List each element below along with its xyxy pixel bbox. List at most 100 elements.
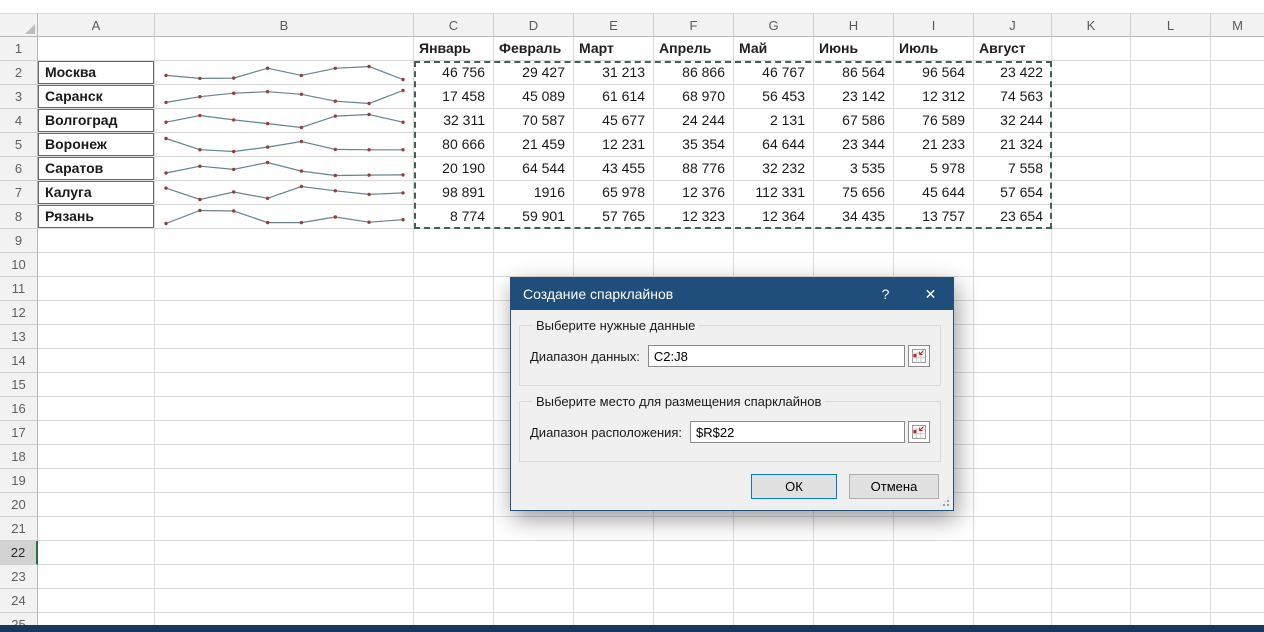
cell-J2[interactable]: 23 422 xyxy=(974,61,1052,85)
column-header-J[interactable]: J xyxy=(974,13,1052,37)
cell-L11[interactable] xyxy=(1131,277,1211,301)
location-range-picker-button[interactable] xyxy=(908,421,930,443)
cell-L21[interactable] xyxy=(1131,517,1211,541)
cell-A1[interactable] xyxy=(38,37,155,61)
cell-A5[interactable]: Воронеж xyxy=(38,133,155,157)
cell-A15[interactable] xyxy=(38,373,155,397)
row-header-9[interactable]: 9 xyxy=(0,229,38,253)
cell-A12[interactable] xyxy=(38,301,155,325)
row-header-14[interactable]: 14 xyxy=(0,349,38,373)
cell-D10[interactable] xyxy=(494,253,574,277)
cell-I4[interactable]: 76 589 xyxy=(894,109,974,133)
cell-H2[interactable]: 86 564 xyxy=(814,61,894,85)
cell-I3[interactable]: 12 312 xyxy=(894,85,974,109)
cell-F3[interactable]: 68 970 xyxy=(654,85,734,109)
cell-M7[interactable] xyxy=(1211,181,1264,205)
cell-E2[interactable]: 31 213 xyxy=(574,61,654,85)
row-header-3[interactable]: 3 xyxy=(0,85,38,109)
cell-E22[interactable] xyxy=(574,541,654,565)
cell-H7[interactable]: 75 656 xyxy=(814,181,894,205)
row-header-7[interactable]: 7 xyxy=(0,181,38,205)
cell-B22[interactable] xyxy=(155,541,414,565)
cell-E7[interactable]: 65 978 xyxy=(574,181,654,205)
cell-C24[interactable] xyxy=(414,589,494,613)
cell-E3[interactable]: 61 614 xyxy=(574,85,654,109)
cell-C4[interactable]: 32 311 xyxy=(414,109,494,133)
cell-M15[interactable] xyxy=(1211,373,1264,397)
cell-G9[interactable] xyxy=(734,229,814,253)
cell-D2[interactable]: 29 427 xyxy=(494,61,574,85)
cell-K3[interactable] xyxy=(1052,85,1131,109)
cell-K15[interactable] xyxy=(1052,373,1131,397)
cell-J3[interactable]: 74 563 xyxy=(974,85,1052,109)
cell-B1[interactable] xyxy=(155,37,414,61)
cell-A17[interactable] xyxy=(38,421,155,445)
cell-K17[interactable] xyxy=(1052,421,1131,445)
column-header-H[interactable]: H xyxy=(814,13,894,37)
cell-F4[interactable]: 24 244 xyxy=(654,109,734,133)
cell-D4[interactable]: 70 587 xyxy=(494,109,574,133)
cell-K12[interactable] xyxy=(1052,301,1131,325)
cell-I10[interactable] xyxy=(894,253,974,277)
cell-K24[interactable] xyxy=(1052,589,1131,613)
cell-J8[interactable]: 23 654 xyxy=(974,205,1052,229)
cell-A23[interactable] xyxy=(38,565,155,589)
row-header-18[interactable]: 18 xyxy=(0,445,38,469)
row-header-16[interactable]: 16 xyxy=(0,397,38,421)
cell-A16[interactable] xyxy=(38,397,155,421)
cell-C6[interactable]: 20 190 xyxy=(414,157,494,181)
cell-B2[interactable] xyxy=(155,61,414,85)
cell-D23[interactable] xyxy=(494,565,574,589)
cell-E10[interactable] xyxy=(574,253,654,277)
cell-C18[interactable] xyxy=(414,445,494,469)
cell-G3[interactable]: 56 453 xyxy=(734,85,814,109)
cell-K20[interactable] xyxy=(1052,493,1131,517)
cell-H3[interactable]: 23 142 xyxy=(814,85,894,109)
cell-M11[interactable] xyxy=(1211,277,1264,301)
cell-D21[interactable] xyxy=(494,517,574,541)
close-icon[interactable]: ✕ xyxy=(908,278,953,310)
cell-L6[interactable] xyxy=(1131,157,1211,181)
cell-C20[interactable] xyxy=(414,493,494,517)
cell-H6[interactable]: 3 535 xyxy=(814,157,894,181)
cell-A9[interactable] xyxy=(38,229,155,253)
cell-C5[interactable]: 80 666 xyxy=(414,133,494,157)
row-header-22[interactable]: 22 xyxy=(0,541,38,565)
cell-F9[interactable] xyxy=(654,229,734,253)
cell-C8[interactable]: 8 774 xyxy=(414,205,494,229)
cell-L16[interactable] xyxy=(1131,397,1211,421)
cell-L2[interactable] xyxy=(1131,61,1211,85)
cell-L10[interactable] xyxy=(1131,253,1211,277)
cell-B19[interactable] xyxy=(155,469,414,493)
cell-K1[interactable] xyxy=(1052,37,1131,61)
cell-M21[interactable] xyxy=(1211,517,1264,541)
row-header-13[interactable]: 13 xyxy=(0,325,38,349)
cell-K11[interactable] xyxy=(1052,277,1131,301)
cell-B20[interactable] xyxy=(155,493,414,517)
cell-K7[interactable] xyxy=(1052,181,1131,205)
cell-K16[interactable] xyxy=(1052,397,1131,421)
row-header-12[interactable]: 12 xyxy=(0,301,38,325)
cell-J10[interactable] xyxy=(974,253,1052,277)
row-header-20[interactable]: 20 xyxy=(0,493,38,517)
cell-B3[interactable] xyxy=(155,85,414,109)
cell-B18[interactable] xyxy=(155,445,414,469)
cell-C1[interactable]: Январь xyxy=(414,37,494,61)
ok-button[interactable]: ОК xyxy=(751,474,837,499)
cell-J13[interactable] xyxy=(974,325,1052,349)
cell-C12[interactable] xyxy=(414,301,494,325)
cell-A6[interactable]: Саратов xyxy=(38,157,155,181)
cell-F2[interactable]: 86 866 xyxy=(654,61,734,85)
cell-L24[interactable] xyxy=(1131,589,1211,613)
column-header-F[interactable]: F xyxy=(654,13,734,37)
cell-H1[interactable]: Июнь xyxy=(814,37,894,61)
cell-J16[interactable] xyxy=(974,397,1052,421)
cell-J6[interactable]: 7 558 xyxy=(974,157,1052,181)
cell-J9[interactable] xyxy=(974,229,1052,253)
cell-L4[interactable] xyxy=(1131,109,1211,133)
cell-M20[interactable] xyxy=(1211,493,1264,517)
cell-B7[interactable] xyxy=(155,181,414,205)
cell-F7[interactable]: 12 376 xyxy=(654,181,734,205)
cell-C19[interactable] xyxy=(414,469,494,493)
cell-K18[interactable] xyxy=(1052,445,1131,469)
